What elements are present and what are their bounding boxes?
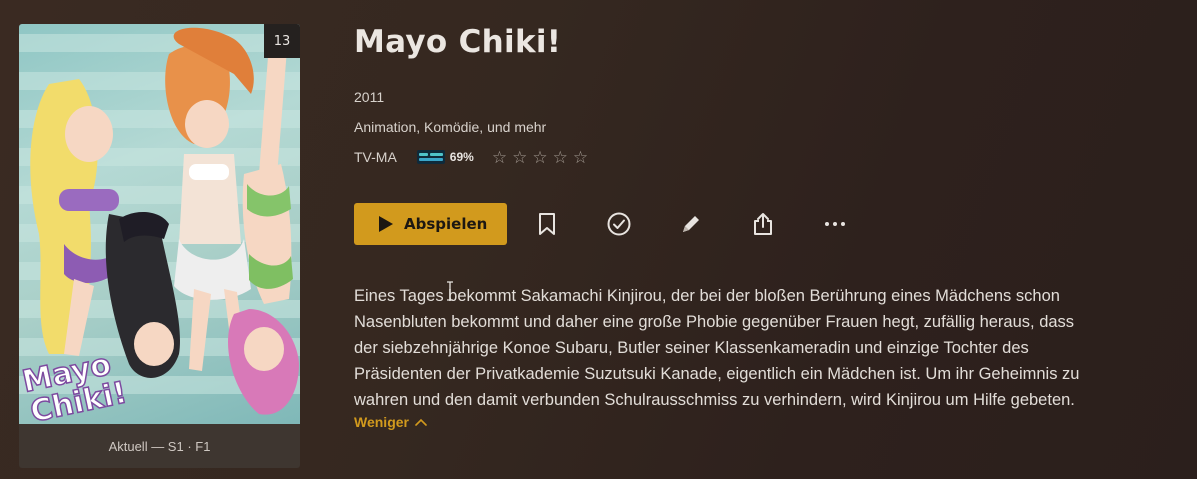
check-circle-icon — [607, 212, 631, 236]
show-title: Mayo Chiki! — [354, 24, 562, 60]
mark-watched-button[interactable] — [606, 211, 632, 237]
watch-progress-label: Aktuell — S1 · F1 — [108, 438, 211, 454]
play-icon — [379, 216, 393, 232]
chevron-up-icon — [415, 418, 427, 426]
star-icon[interactable]: ☆ — [492, 149, 507, 166]
poster-card[interactable]: Mayo Chiki! 13 Aktuell — S1 · F1 — [19, 24, 300, 468]
star-icon[interactable]: ☆ — [573, 149, 588, 166]
poster-illustration: Mayo Chiki! — [19, 27, 300, 424]
release-year: 2011 — [354, 89, 385, 105]
more-options-button[interactable] — [822, 211, 848, 237]
tmdb-icon — [416, 150, 445, 164]
text-cursor-icon — [447, 281, 453, 301]
poster-image[interactable]: Mayo Chiki! 13 — [19, 24, 300, 424]
bookmark-icon — [539, 213, 555, 235]
share-icon — [754, 213, 772, 235]
more-icon — [825, 222, 845, 226]
summary-line: wahren und den damit verbunden Schulraus… — [354, 391, 1075, 409]
show-less-label: Weniger — [354, 414, 409, 430]
meta-row: TV-MA 69% ☆ ☆ ☆ ☆ ☆ — [354, 147, 593, 167]
summary-line: der siebzehnjährige Konoe Subaru, Butler… — [354, 339, 1029, 357]
edit-button[interactable] — [678, 211, 704, 237]
episode-count-badge: 13 — [264, 24, 300, 58]
rating-score: 69% — [449, 150, 474, 164]
summary-line: Nasenbluten bekommt und daher eine große… — [354, 313, 1075, 331]
share-button[interactable] — [750, 211, 776, 237]
star-icon[interactable]: ☆ — [532, 149, 547, 166]
star-icon[interactable]: ☆ — [512, 149, 527, 166]
star-icon[interactable]: ☆ — [553, 149, 568, 166]
summary-text: Eines Tages bekommt Sakamachi Kinjirou, … — [354, 283, 1154, 413]
genre-list[interactable]: Animation, Komödie, und mehr — [354, 119, 546, 135]
user-star-rating[interactable]: ☆ ☆ ☆ ☆ ☆ — [492, 149, 593, 166]
summary-line: Eines Tages bekommt Sakamachi Kinjirou, … — [354, 287, 1060, 305]
show-less-button[interactable]: Weniger — [354, 414, 427, 430]
summary-line: Präsidenten der Privatkademie Suzutsuki … — [354, 365, 1080, 383]
play-button-label: Abspielen — [404, 215, 488, 233]
play-button[interactable]: Abspielen — [354, 203, 507, 245]
pencil-icon — [683, 216, 699, 232]
bookmark-button[interactable] — [534, 211, 560, 237]
content-rating: TV-MA — [354, 149, 397, 165]
